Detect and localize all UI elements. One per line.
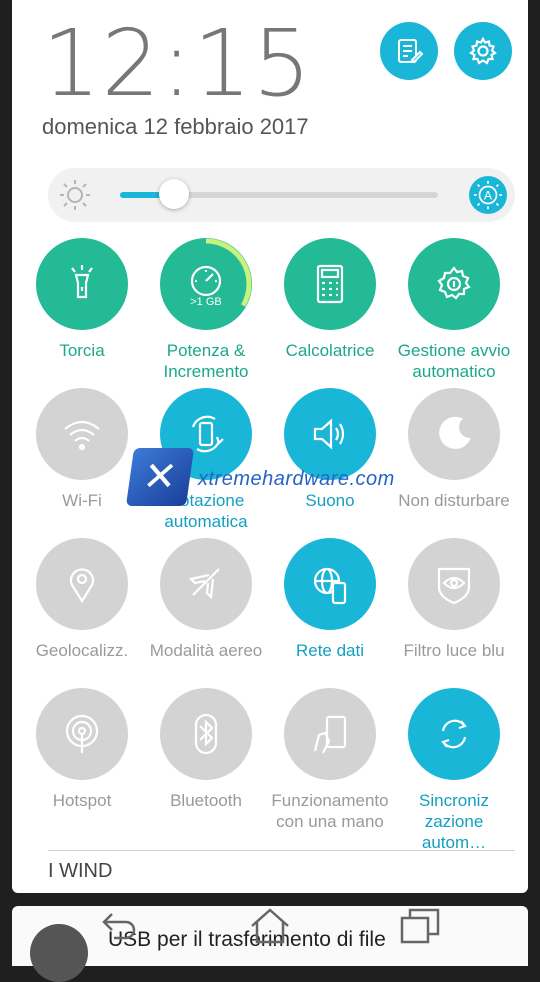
brightness-sun-icon: [60, 180, 90, 210]
home-icon[interactable]: [248, 906, 292, 946]
tile-toggle-auto-start-gear[interactable]: [408, 238, 500, 330]
calculator-icon: [316, 264, 344, 304]
location-pin-icon: [69, 568, 95, 604]
tile-moon[interactable]: Non disturbare: [392, 388, 516, 532]
tile-hotspot[interactable]: Hotspot: [20, 688, 144, 832]
tile-flashlight[interactable]: Torcia: [20, 238, 144, 382]
divider: [48, 850, 515, 851]
hotspot-icon: [65, 714, 99, 753]
date: domenica 12 febbraio 2017: [42, 114, 309, 139]
tile-bluetooth[interactable]: Bluetooth: [144, 688, 268, 832]
eye-shield-icon: [437, 567, 471, 605]
tile-toggle-boost-gauge[interactable]: >1 GB: [160, 238, 252, 330]
brightness-bar: A: [48, 168, 515, 222]
one-hand-icon: [313, 715, 347, 754]
tile-toggle-sync[interactable]: [408, 688, 500, 780]
auto-brightness-icon: A: [473, 180, 503, 210]
tile-label: Geolocalizz.: [35, 641, 129, 660]
tile-toggle-one-hand[interactable]: [284, 688, 376, 780]
tile-location-pin[interactable]: Geolocalizz.: [20, 538, 144, 682]
mobile-data-globe-icon: [313, 567, 347, 605]
tile-label: Rete dati: [295, 641, 365, 660]
back-icon[interactable]: [98, 906, 142, 946]
tile-calculator[interactable]: Calcolatrice: [268, 238, 392, 382]
tile-label: Torcia: [59, 341, 105, 360]
tile-toggle-eye-shield[interactable]: [408, 538, 500, 630]
notes-edit-button[interactable]: [380, 22, 438, 80]
tile-sync[interactable]: Sincroniz zazione autom…: [392, 688, 516, 853]
watermark-text: xtremehardware.com: [198, 468, 395, 490]
tile-toggle-flashlight[interactable]: [36, 238, 128, 330]
airplane-icon: [188, 568, 220, 600]
auto-brightness-label: A: [484, 189, 493, 203]
tile-label: Hotspot: [52, 791, 112, 810]
sync-icon: [441, 719, 467, 749]
tile-toggle-mobile-data-globe[interactable]: [284, 538, 376, 630]
settings-gear-icon: [469, 36, 497, 65]
tile-label: Non disturbare: [398, 491, 510, 510]
tile-toggle-airplane[interactable]: [160, 538, 252, 630]
tile-wifi[interactable]: Wi-Fi: [20, 388, 144, 532]
tile-label: Filtro luce blu: [403, 641, 505, 660]
tile-toggle-bluetooth[interactable]: [160, 688, 252, 780]
tile-auto-start-gear[interactable]: Gestione avvio automatico: [392, 238, 516, 382]
tile-label: Gestione avvio automatico: [397, 341, 511, 381]
navigation-bar: [0, 900, 540, 960]
tile-toggle-calculator[interactable]: [284, 238, 376, 330]
auto-start-gear-icon: [437, 266, 471, 300]
tile-label: Modalità aereo: [149, 641, 263, 660]
flashlight-icon: [71, 265, 93, 299]
tile-one-hand[interactable]: Funzionamento con una mano: [268, 688, 392, 832]
recents-icon[interactable]: [398, 906, 442, 946]
tile-label: Bluetooth: [170, 791, 242, 810]
tile-toggle-wifi[interactable]: [36, 388, 128, 480]
tile-toggle-hotspot[interactable]: [36, 688, 128, 780]
tile-label: Potenza & Incremento: [163, 341, 249, 381]
watermark: ✕ xtremehardware.com: [125, 448, 394, 508]
clock: 12:15: [42, 10, 313, 117]
tile-label: Wi-Fi: [62, 491, 102, 510]
tile-label: Sincroniz zazione autom…: [419, 791, 489, 852]
notes-edit-icon: [398, 39, 424, 64]
bluetooth-icon: [194, 713, 218, 755]
tile-boost-gauge[interactable]: >1 GB Potenza & Incremento: [144, 238, 268, 382]
tile-label: Funzionamento con una mano: [271, 791, 389, 831]
settings-button[interactable]: [454, 22, 512, 80]
moon-icon: [439, 416, 471, 449]
tile-toggle-moon[interactable]: [408, 388, 500, 480]
tile-mobile-data-globe[interactable]: Rete dati: [268, 538, 392, 682]
brightness-slider-thumb[interactable]: [159, 179, 189, 209]
watermark-logo: ✕: [125, 448, 195, 506]
boost-progress-ring: [160, 238, 252, 330]
brightness-slider[interactable]: [120, 179, 438, 209]
tile-label: Calcolatrice: [285, 341, 375, 360]
tile-eye-shield[interactable]: Filtro luce blu: [392, 538, 516, 682]
wifi-icon: [64, 420, 100, 451]
quick-settings-panel: 12:15 domenica 12 febbraio 2017 A Torcia…: [12, 0, 528, 893]
tile-airplane[interactable]: Modalità aereo: [144, 538, 268, 682]
tile-toggle-location-pin[interactable]: [36, 538, 128, 630]
auto-brightness-button[interactable]: A: [469, 176, 507, 214]
carrier-label: I WIND: [48, 860, 113, 882]
